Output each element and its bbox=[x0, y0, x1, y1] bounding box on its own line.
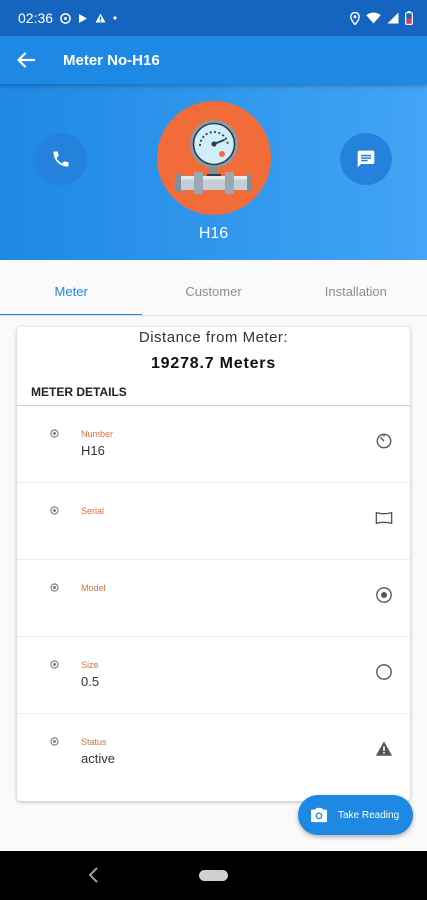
detail-row-model: Model bbox=[17, 560, 410, 637]
play-icon bbox=[78, 13, 88, 24]
detail-row-status: Status active bbox=[17, 714, 410, 791]
back-button[interactable] bbox=[14, 48, 38, 72]
meter-header: H16 bbox=[0, 84, 427, 260]
location-icon bbox=[350, 11, 360, 25]
signal-icon bbox=[387, 12, 399, 24]
bullet-icon bbox=[50, 506, 59, 515]
detail-row-number: Number H16 bbox=[17, 406, 410, 483]
nav-home-button[interactable] bbox=[199, 870, 228, 881]
field-label: Model bbox=[81, 583, 106, 593]
tab-bar: Meter Customer Installation bbox=[0, 270, 427, 316]
meter-details-card: Distance from Meter: 19278.7 Meters METE… bbox=[17, 327, 410, 801]
field-value: active bbox=[81, 751, 115, 766]
sync-icon bbox=[60, 12, 71, 24]
meter-name: H16 bbox=[198, 225, 229, 242]
phone-icon bbox=[53, 151, 69, 167]
bullet-icon bbox=[50, 660, 59, 669]
tab-installation[interactable]: Installation bbox=[285, 270, 427, 316]
radio-button-icon bbox=[376, 587, 392, 603]
detail-row-serial: Serial bbox=[17, 483, 410, 560]
distance-label: Distance from Meter: bbox=[138, 329, 289, 346]
field-label: Status bbox=[81, 737, 107, 747]
circle-outline-icon bbox=[376, 664, 392, 680]
take-reading-label: Take Reading bbox=[338, 809, 400, 821]
tab-divider bbox=[0, 315, 427, 316]
detail-row-size: Size 0.5 bbox=[17, 637, 410, 714]
app-bar: Meter No-H16 bbox=[0, 36, 427, 84]
meter-avatar bbox=[157, 101, 271, 215]
nav-back-icon[interactable] bbox=[88, 867, 98, 883]
camera-icon bbox=[311, 807, 327, 823]
field-label: Size bbox=[81, 660, 99, 670]
battery-icon bbox=[405, 11, 413, 25]
message-icon bbox=[357, 150, 375, 168]
dot-icon bbox=[113, 16, 117, 20]
bullet-icon bbox=[50, 583, 59, 592]
timer-icon bbox=[376, 433, 392, 449]
bullet-icon bbox=[50, 737, 59, 746]
distance-value: 19278.7 Meters bbox=[150, 355, 277, 372]
take-reading-button[interactable]: Take Reading bbox=[298, 795, 413, 835]
tab-customer[interactable]: Customer bbox=[142, 270, 284, 316]
panorama-icon bbox=[375, 511, 393, 525]
status-time: 02:36 bbox=[18, 10, 54, 26]
pressure-gauge-icon bbox=[176, 120, 252, 194]
alert-icon bbox=[95, 13, 106, 23]
section-title: METER DETAILS bbox=[31, 385, 127, 399]
message-button[interactable] bbox=[340, 133, 392, 185]
wifi-icon bbox=[366, 12, 381, 24]
field-label: Serial bbox=[81, 506, 105, 516]
bullet-icon bbox=[50, 429, 59, 438]
tab-meter[interactable]: Meter bbox=[0, 270, 143, 316]
warning-icon bbox=[375, 741, 393, 756]
back-arrow-icon bbox=[17, 52, 35, 68]
page-title: Meter No-H16 bbox=[63, 51, 160, 69]
call-button[interactable] bbox=[35, 133, 87, 185]
field-label: Number bbox=[81, 429, 114, 439]
field-value: 0.5 bbox=[81, 674, 100, 689]
status-bar: 02:36 bbox=[0, 0, 427, 36]
field-value: H16 bbox=[81, 443, 105, 458]
system-nav-bar bbox=[0, 851, 427, 900]
